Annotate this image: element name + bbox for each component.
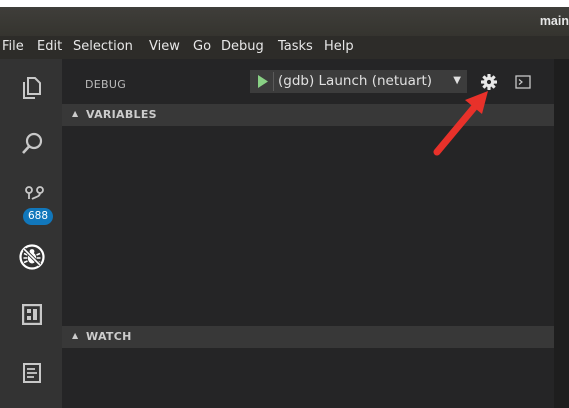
title-bar: main: [0, 7, 569, 36]
menu-tasks[interactable]: Tasks: [278, 39, 313, 54]
chevron-down-icon: ▼: [453, 75, 461, 86]
menu-debug[interactable]: Debug: [221, 39, 264, 54]
menu-file[interactable]: File: [2, 39, 24, 54]
debug-title: DEBUG: [85, 78, 127, 91]
menu-view[interactable]: View: [149, 39, 180, 54]
expand-triangle-icon: ▲: [72, 109, 79, 118]
menu-bar: File Edit Selection View Go Debug Tasks …: [0, 36, 569, 59]
variables-label: VARIABLES: [86, 108, 157, 121]
activity-debug[interactable]: [0, 235, 62, 281]
activity-panel[interactable]: [0, 353, 62, 399]
search-icon: [22, 132, 43, 154]
editor-edge: [554, 59, 569, 408]
source-control-icon: [25, 186, 44, 200]
variables-section-header[interactable]: ▲ VARIABLES: [62, 104, 554, 126]
activity-extensions[interactable]: [0, 295, 62, 341]
debug-console-icon[interactable]: [515, 75, 531, 89]
watch-label: WATCH: [86, 330, 132, 343]
menu-selection[interactable]: Selection: [73, 39, 133, 54]
menu-help[interactable]: Help: [324, 39, 354, 54]
window-title: main: [539, 14, 569, 28]
activity-explorer[interactable]: [0, 67, 62, 113]
play-icon[interactable]: [254, 73, 271, 90]
expand-triangle-icon: ▲: [72, 331, 79, 340]
menu-edit[interactable]: Edit: [37, 39, 62, 54]
terminal-panel-icon: [23, 363, 41, 383]
source-control-badge: 688: [23, 208, 54, 225]
watch-section-header[interactable]: ▲ WATCH: [62, 326, 554, 348]
explorer-icon: [23, 77, 41, 99]
debug-sidebar: DEBUG (gdb) Launch (netuart) ▼ ▲ VARIABL…: [62, 59, 554, 408]
debug-header: DEBUG (gdb) Launch (netuart) ▼: [62, 59, 554, 103]
activity-search[interactable]: [0, 123, 62, 169]
activity-bar: 688: [0, 59, 62, 408]
debug-icon: [19, 244, 45, 270]
vscode-window: main File Edit Selection View Go Debug T…: [0, 7, 569, 408]
extensions-icon: [22, 304, 42, 325]
launch-config-name: (gdb) Launch (netuart): [278, 73, 433, 89]
gear-icon[interactable]: [480, 73, 498, 91]
config-separator: [273, 72, 274, 91]
menu-go[interactable]: Go: [193, 39, 211, 54]
launch-config-select[interactable]: (gdb) Launch (netuart) ▼: [250, 70, 467, 93]
